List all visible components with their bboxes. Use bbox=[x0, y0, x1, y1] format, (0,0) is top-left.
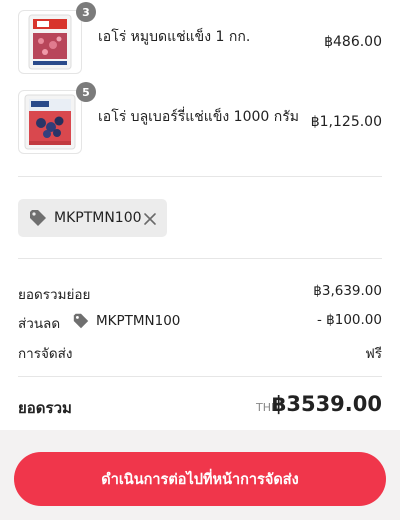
discount-label: ส่วนลด bbox=[18, 316, 61, 332]
quantity-badge: 3 bbox=[76, 2, 96, 22]
divider bbox=[18, 376, 382, 377]
product-image-ground-pork bbox=[18, 10, 82, 74]
continue-to-shipping-button[interactable]: ดำเนินการต่อไปที่หน้าการจัดส่ง bbox=[14, 452, 386, 506]
product-thumbnail: 5 bbox=[18, 82, 96, 154]
discount-code: MKPTMN100 bbox=[54, 210, 142, 226]
discount-value: - ฿100.00 bbox=[317, 312, 382, 328]
shipping-value: ฟรี bbox=[365, 346, 382, 362]
shipping-label: การจัดส่ง bbox=[18, 346, 73, 362]
tag-icon bbox=[28, 208, 48, 228]
applied-discount-chip: MKPTMN100 bbox=[18, 199, 167, 237]
total-value: ฿3539.00 bbox=[271, 392, 382, 416]
item-price: ฿1,125.00 bbox=[310, 114, 382, 130]
discount-code: MKPTMN100 bbox=[96, 313, 181, 329]
divider bbox=[18, 176, 382, 177]
discount-code-inline: MKPTMN100 bbox=[72, 312, 180, 330]
remove-discount-close-icon[interactable] bbox=[143, 211, 157, 225]
tag-icon bbox=[72, 312, 90, 330]
subtotal-value: ฿3,639.00 bbox=[313, 283, 382, 299]
product-image-blueberry bbox=[18, 90, 82, 154]
item-name: เอโร่ บลูเบอร์รี่แช่แข็ง 1000 กรัม bbox=[98, 109, 299, 125]
item-price: ฿486.00 bbox=[324, 34, 382, 50]
quantity-badge: 5 bbox=[76, 82, 96, 102]
subtotal-label: ยอดรวมย่อย bbox=[18, 287, 91, 303]
total-label: ยอดรวม bbox=[18, 399, 72, 417]
product-thumbnail: 3 bbox=[18, 2, 96, 74]
divider bbox=[18, 258, 382, 259]
item-name: เอโร่ หมูบดแช่แข็ง 1 กก. bbox=[98, 29, 251, 45]
